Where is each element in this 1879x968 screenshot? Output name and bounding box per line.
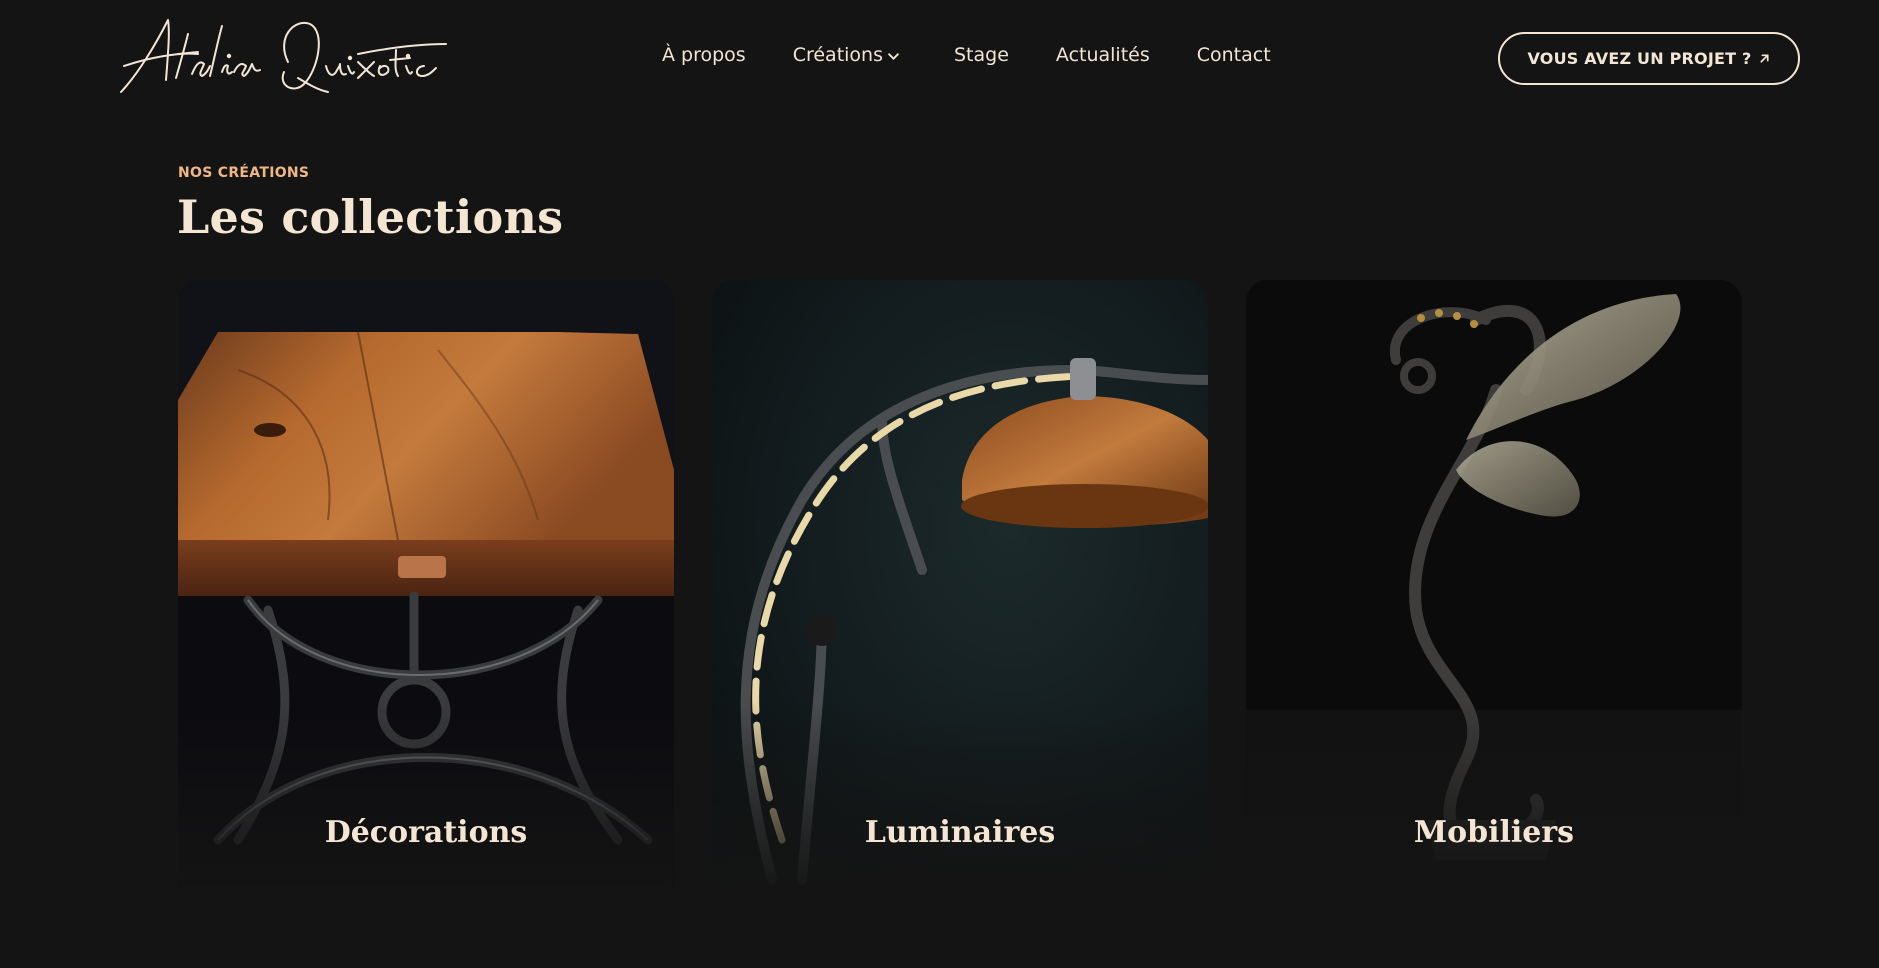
project-cta-button[interactable]: VOUS AVEZ UN PROJET ? [1498, 32, 1800, 85]
logo-signature-icon [120, 19, 447, 93]
nav-link-creations[interactable]: Créations [793, 44, 900, 66]
nav-link-label: Stage [954, 44, 1009, 66]
chevron-down-icon [887, 50, 900, 63]
nav-link-label: Contact [1196, 44, 1271, 66]
card-gradient-overlay [712, 700, 1208, 900]
main-nav: À propos Créations Stage Actualités Cont… [662, 44, 1271, 66]
arrow-up-right-icon [1758, 52, 1771, 65]
nav-link-a-propos[interactable]: À propos [662, 44, 746, 66]
collection-card-title: Luminaires [864, 815, 1056, 850]
page: À propos Créations Stage Actualités Cont… [0, 0, 1879, 968]
collection-card-luminaires[interactable]: Luminaires [712, 280, 1208, 900]
site-header: À propos Créations Stage Actualités Cont… [0, 0, 1879, 118]
nav-link-label: À propos [662, 44, 746, 66]
collection-card-title: Mobiliers [1413, 815, 1575, 850]
site-logo[interactable] [118, 14, 448, 98]
section-eyebrow: NOS CRÉATIONS [178, 165, 310, 181]
nav-link-actualites[interactable]: Actualités [1056, 44, 1150, 66]
nav-link-label: Créations [792, 44, 883, 66]
section-title: Les collections [177, 190, 564, 244]
cta-label: VOUS AVEZ UN PROJET ? [1527, 49, 1752, 68]
nav-link-contact[interactable]: Contact [1197, 44, 1271, 66]
collection-card-mobiliers[interactable]: Mobiliers [1246, 280, 1742, 900]
collection-card-decorations[interactable]: Décorations [178, 280, 674, 900]
nav-link-label: Actualités [1055, 44, 1150, 66]
card-gradient-overlay [178, 700, 674, 900]
nav-link-stage[interactable]: Stage [954, 44, 1009, 66]
card-gradient-overlay [1246, 700, 1742, 900]
collections-grid: Décorations Luminaires Mobiliers [178, 280, 1743, 900]
collection-card-title: Décorations [324, 815, 528, 850]
